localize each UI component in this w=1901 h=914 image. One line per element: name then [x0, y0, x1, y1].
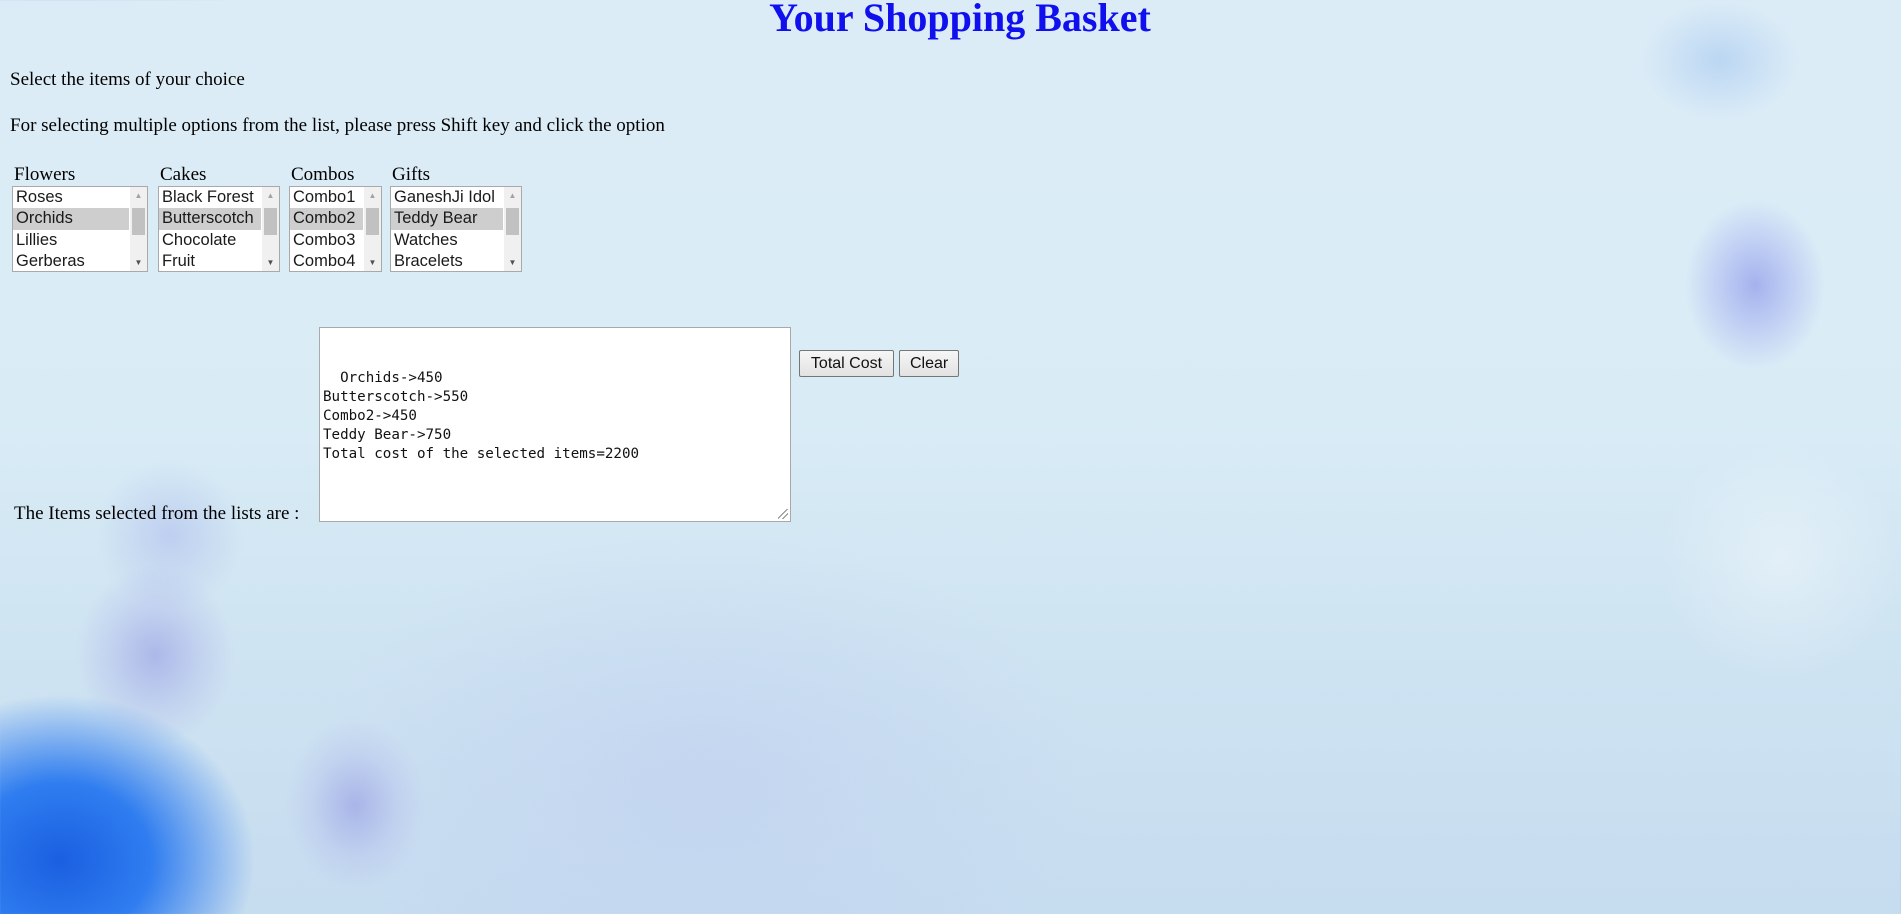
selected-items-text: Orchids->450 Butterscotch->550 Combo2->4…: [323, 370, 640, 462]
cakes-option-chocolate[interactable]: Chocolate: [159, 230, 261, 251]
cakes-scroll-thumb[interactable]: [264, 208, 277, 235]
combos-list-group: Combos Combo1 Combo2 Combo3 Combo4 ▲ ▼: [289, 164, 382, 272]
selected-items-label: The Items selected from the lists are :: [14, 503, 300, 524]
triangle-up-icon[interactable]: ▲: [364, 187, 381, 204]
instruction-multiple-select: For selecting multiple options from the …: [10, 115, 665, 136]
combos-scroll-thumb[interactable]: [366, 208, 379, 235]
combos-scrollbar[interactable]: ▲ ▼: [364, 187, 381, 271]
triangle-down-icon[interactable]: ▼: [364, 254, 381, 271]
clear-button[interactable]: Clear: [899, 350, 959, 377]
cakes-list-group: Cakes Black Forest Butterscotch Chocolat…: [158, 164, 280, 272]
flowers-option-roses[interactable]: Roses: [13, 187, 129, 208]
flowers-listbox[interactable]: Roses Orchids Lillies Gerberas ▲ ▼: [12, 186, 148, 272]
page-title: Your Shopping Basket: [769, 0, 1151, 40]
triangle-up-icon[interactable]: ▲: [504, 187, 521, 204]
triangle-up-icon[interactable]: ▲: [130, 187, 147, 204]
gifts-option-teddy-bear[interactable]: Teddy Bear: [391, 208, 503, 230]
selected-items-textarea[interactable]: Orchids->450 Butterscotch->550 Combo2->4…: [319, 327, 791, 522]
triangle-down-icon[interactable]: ▼: [504, 254, 521, 271]
cakes-option-black-forest[interactable]: Black Forest: [159, 187, 261, 208]
triangle-down-icon[interactable]: ▼: [262, 254, 279, 271]
flowers-option-lillies[interactable]: Lillies: [13, 230, 129, 251]
flowers-list-group: Flowers Roses Orchids Lillies Gerberas ▲…: [12, 164, 148, 272]
combos-listbox[interactable]: Combo1 Combo2 Combo3 Combo4 ▲ ▼: [289, 186, 382, 272]
gifts-option-watches[interactable]: Watches: [391, 230, 503, 251]
triangle-up-icon[interactable]: ▲: [262, 187, 279, 204]
gifts-scroll-thumb[interactable]: [506, 208, 519, 235]
total-cost-button[interactable]: Total Cost: [799, 350, 894, 377]
combos-option-combo2[interactable]: Combo2: [290, 208, 363, 230]
gifts-label: Gifts: [392, 164, 430, 185]
flowers-scrollbar[interactable]: ▲ ▼: [130, 187, 147, 271]
gifts-option-ganeshji-idol[interactable]: GaneshJi Idol: [391, 187, 503, 208]
gifts-listbox[interactable]: GaneshJi Idol Teddy Bear Watches Bracele…: [390, 186, 522, 272]
flowers-option-orchids[interactable]: Orchids: [13, 208, 129, 230]
cakes-listbox[interactable]: Black Forest Butterscotch Chocolate Frui…: [158, 186, 280, 272]
triangle-down-icon[interactable]: ▼: [130, 254, 147, 271]
combos-option-combo1[interactable]: Combo1: [290, 187, 363, 208]
gifts-option-bracelets[interactable]: Bracelets: [391, 251, 503, 271]
resize-grip-icon[interactable]: [778, 509, 788, 519]
cakes-option-butterscotch[interactable]: Butterscotch: [159, 208, 261, 230]
flowers-label: Flowers: [14, 164, 76, 185]
combos-option-combo4[interactable]: Combo4: [290, 251, 363, 271]
cakes-option-fruit[interactable]: Fruit: [159, 251, 261, 271]
gifts-scrollbar[interactable]: ▲ ▼: [504, 187, 521, 271]
combos-option-combo3[interactable]: Combo3: [290, 230, 363, 251]
instruction-select-items: Select the items of your choice: [10, 69, 245, 90]
flowers-scroll-thumb[interactable]: [132, 208, 145, 235]
cakes-label: Cakes: [160, 164, 207, 185]
flowers-option-gerberas[interactable]: Gerberas: [13, 251, 129, 271]
cakes-scrollbar[interactable]: ▲ ▼: [262, 187, 279, 271]
combos-label: Combos: [291, 164, 355, 185]
gifts-list-group: Gifts GaneshJi Idol Teddy Bear Watches B…: [390, 164, 522, 272]
